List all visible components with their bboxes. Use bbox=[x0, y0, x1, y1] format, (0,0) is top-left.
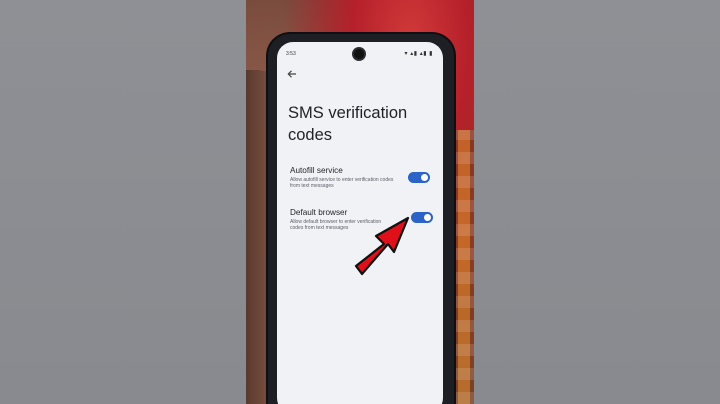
setting-autofill-service[interactable]: Autofill service Allow autofill service … bbox=[290, 166, 440, 190]
setting-description: Allow autofill service to enter verifica… bbox=[290, 177, 394, 190]
right-blur-panel bbox=[474, 0, 720, 404]
video-frame: 3:53 ▾ ▴▮ ▴▮ ▮ SMS verification codes Au… bbox=[0, 0, 720, 404]
left-blur-panel bbox=[0, 0, 246, 404]
toggle-knob bbox=[421, 174, 428, 181]
autofill-service-toggle[interactable] bbox=[408, 172, 430, 183]
signal-icons: ▾ ▴▮ ▴▮ ▮ bbox=[404, 51, 433, 57]
back-arrow-icon[interactable] bbox=[286, 68, 300, 82]
page-title: SMS verification codes bbox=[288, 104, 408, 144]
default-browser-toggle[interactable] bbox=[411, 212, 433, 223]
toggle-knob bbox=[424, 214, 431, 221]
back-arrow-icon-svg bbox=[287, 70, 296, 78]
red-arrow-icon bbox=[354, 216, 410, 276]
status-time: 3:53 bbox=[286, 51, 296, 57]
status-bar: 3:53 ▾ ▴▮ ▴▮ ▮ bbox=[277, 49, 443, 61]
